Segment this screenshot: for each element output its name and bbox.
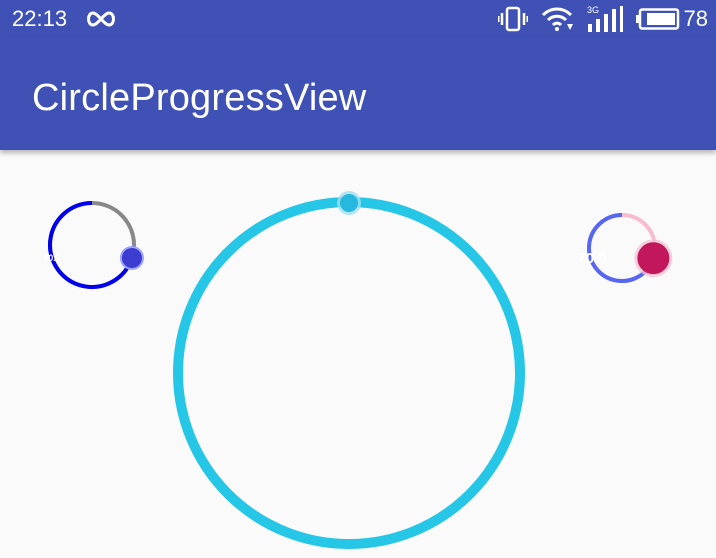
status-time: 22:13: [12, 6, 68, 31]
status-bar: 22:13 3G 78: [0, 0, 716, 38]
progress-value-left: 70.0: [43, 253, 61, 263]
app-bar: CircleProgressView: [0, 38, 716, 150]
cellular-signal-icon: 3G: [587, 5, 623, 32]
content-area: 70.0 70.0: [0, 150, 716, 551]
progress-value-right: 70.0: [577, 250, 607, 267]
battery-level: 78: [683, 6, 708, 31]
vibrate-icon: [497, 6, 528, 32]
wifi-icon: [541, 7, 573, 31]
progress-thumb-right[interactable]: [637, 242, 670, 275]
status-icons: 3G 78: [497, 4, 708, 34]
app-title: CircleProgressView: [32, 77, 367, 119]
progress-thumb-center[interactable]: [340, 194, 358, 212]
infinity-icon: [87, 11, 115, 27]
signal-type-label: 3G: [587, 5, 599, 15]
progress-arc-center: [173, 197, 525, 549]
circle-progress-left[interactable]: [40, 200, 144, 300]
circle-progress-center[interactable]: [170, 191, 530, 558]
battery-icon: [635, 8, 679, 30]
progress-thumb-left[interactable]: [119, 245, 144, 270]
